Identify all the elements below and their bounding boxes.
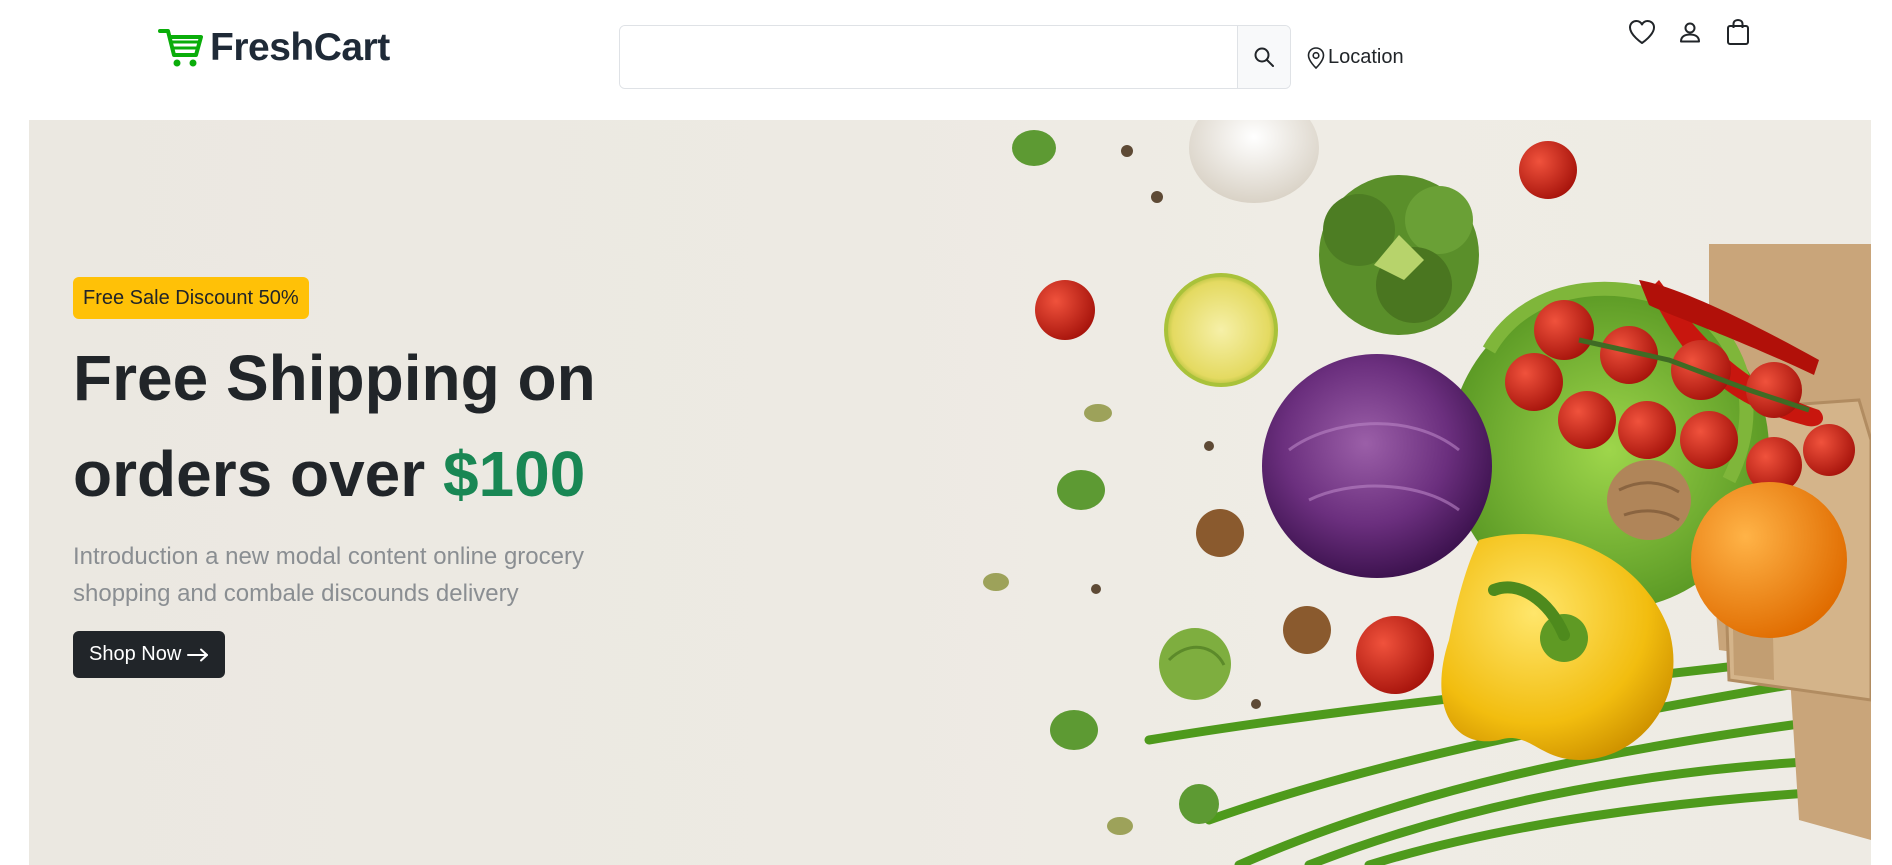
search-button[interactable]: [1237, 26, 1290, 88]
headline-price: $100: [442, 438, 586, 510]
location-selector[interactable]: Location: [1307, 46, 1404, 69]
map-pin-icon: [1307, 46, 1325, 69]
user-icon: [1680, 22, 1700, 43]
hero-banner: Free Sale Discount 50% Free Shipping on …: [29, 120, 1871, 865]
arrow-right-icon: [187, 648, 209, 661]
wishlist-button[interactable]: [1628, 16, 1656, 48]
location-label: Location: [1328, 46, 1404, 68]
discount-badge: Free Sale Discount 50%: [73, 277, 309, 319]
search-icon: [1254, 47, 1274, 67]
brand-logo[interactable]: FreshCart: [158, 26, 390, 70]
header-actions: [1628, 16, 1752, 48]
search-bar: [619, 25, 1291, 89]
account-button[interactable]: [1676, 16, 1704, 48]
shop-now-button[interactable]: Shop Now: [73, 631, 226, 678]
hero-headline: Free Shipping on orders over $100: [73, 330, 773, 522]
search-input[interactable]: [620, 26, 1237, 88]
cart-button[interactable]: [1724, 16, 1752, 48]
cart-logo-icon: [158, 29, 203, 67]
brand-name: FreshCart: [210, 26, 390, 69]
shopping-bag-icon: [1727, 18, 1749, 45]
shop-now-label: Shop Now: [89, 643, 182, 665]
hero-subtext: Introduction a new modal content online …: [73, 543, 584, 607]
heart-icon: [1629, 20, 1655, 44]
site-header: FreshCart Location: [0, 0, 1892, 120]
